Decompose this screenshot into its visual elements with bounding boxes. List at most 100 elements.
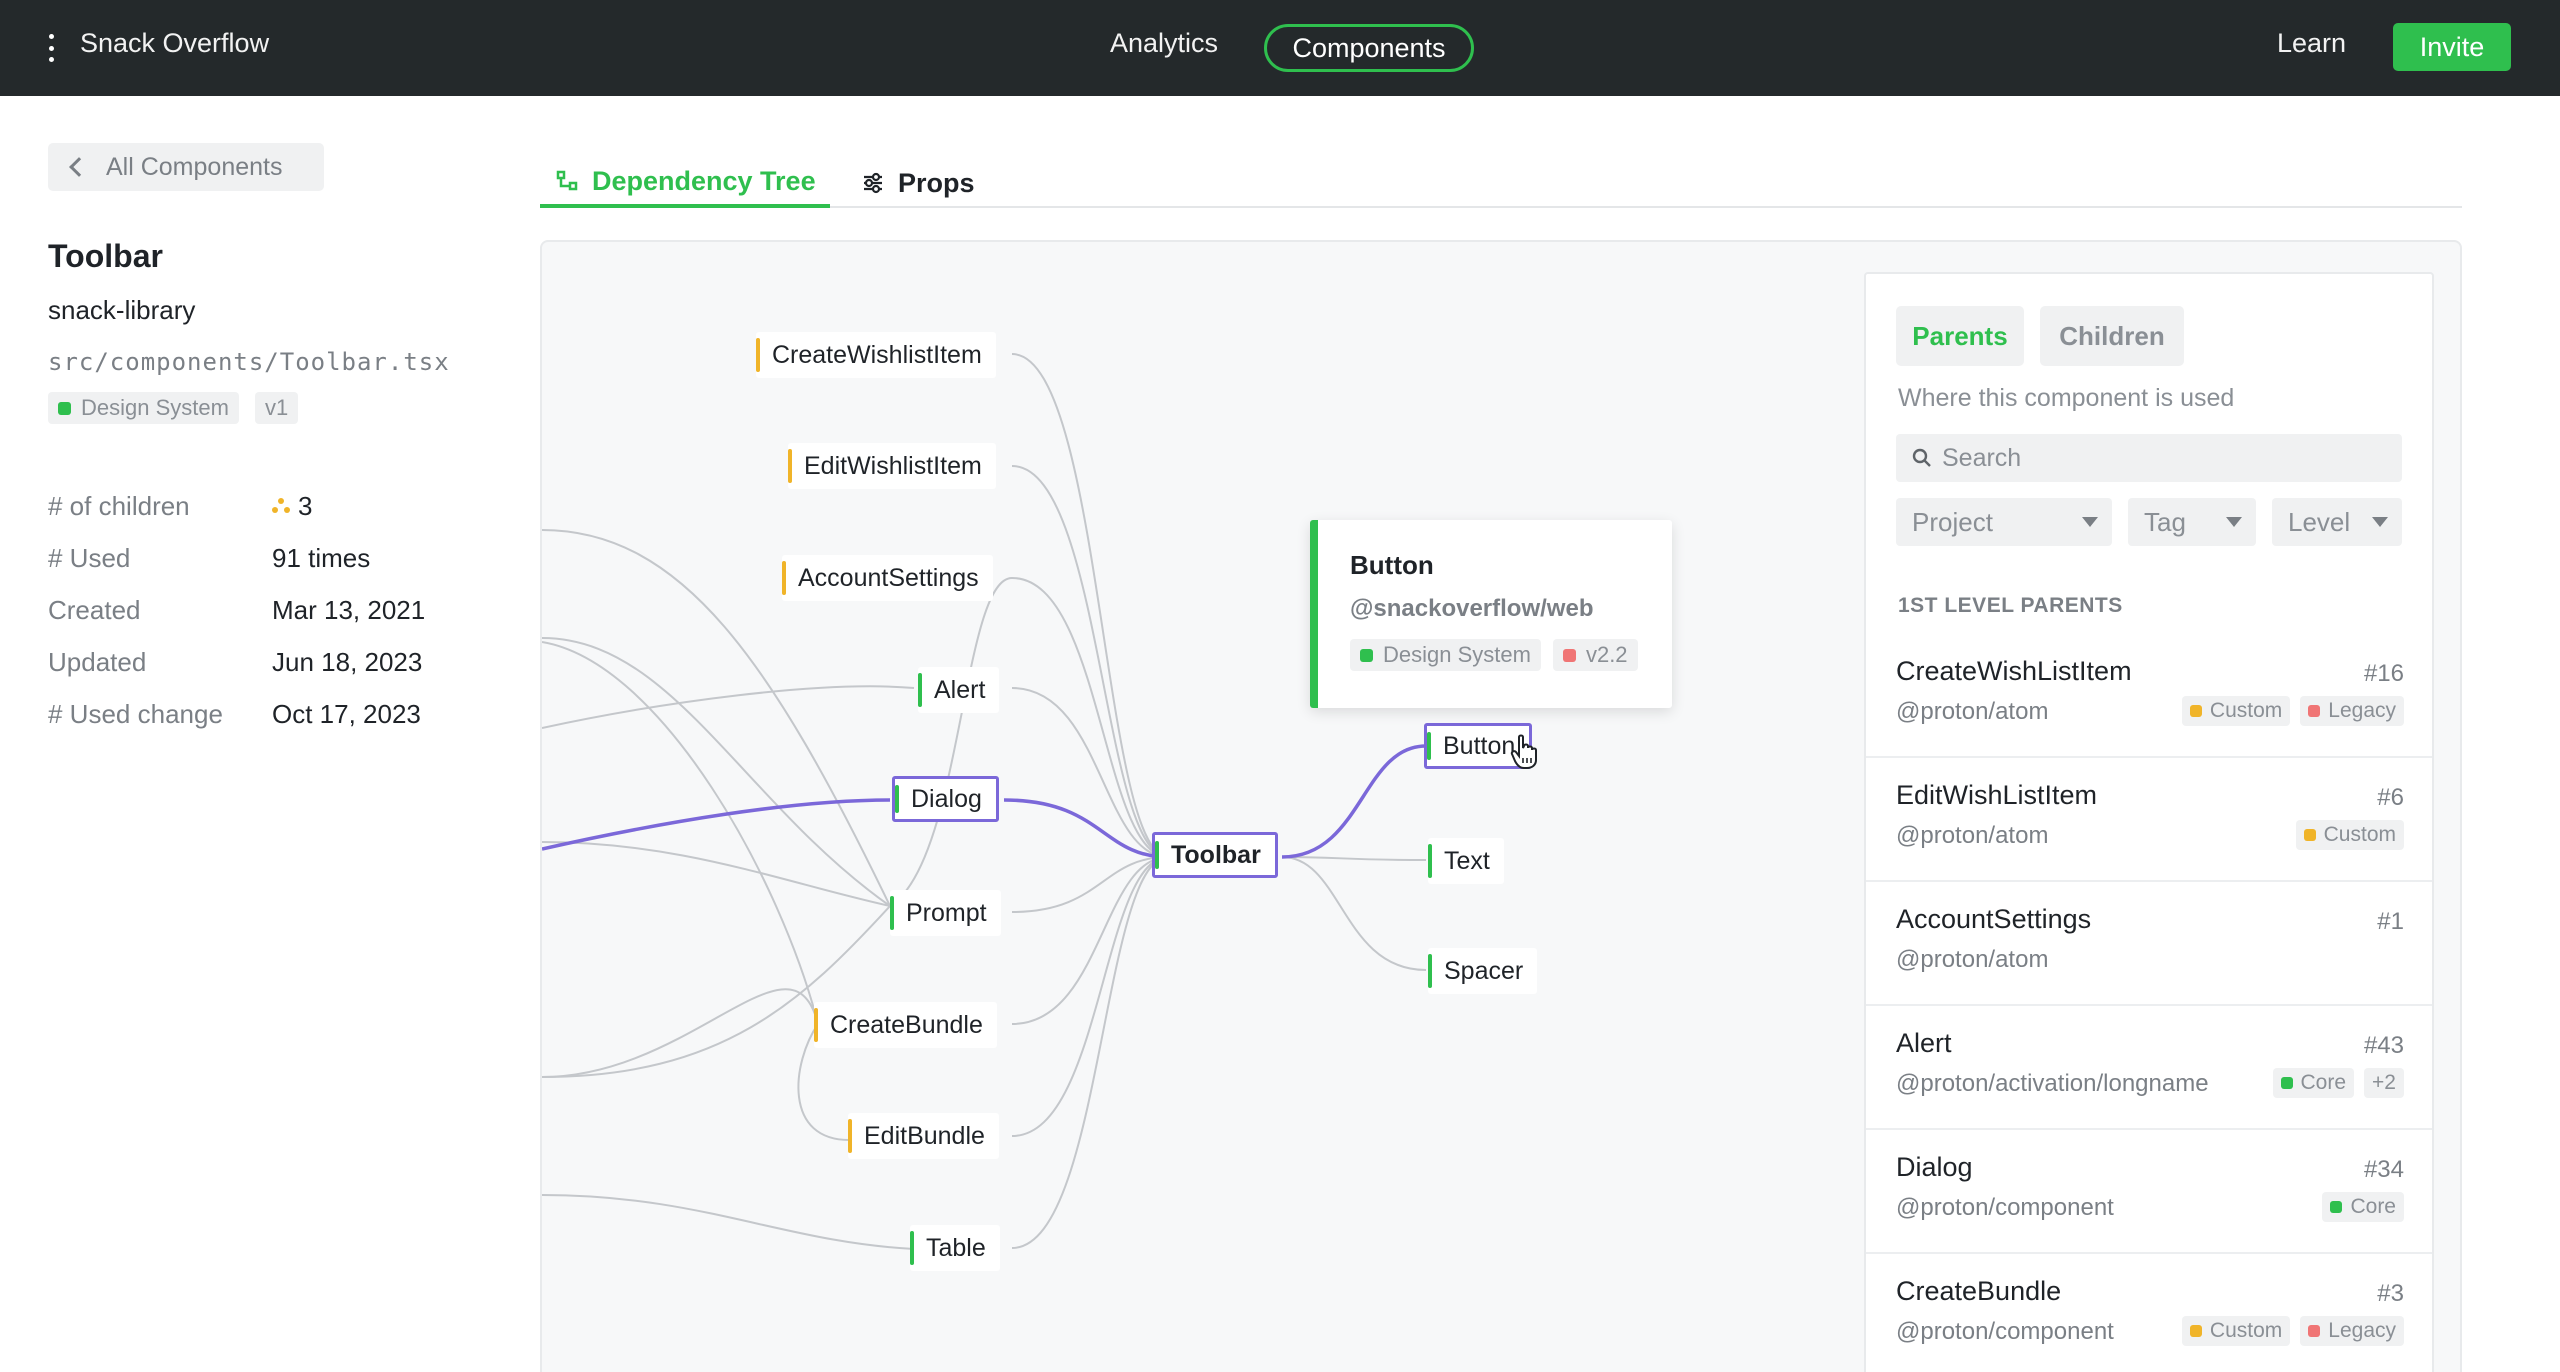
meta-value: Mar 13, 2021 [272,594,426,625]
tag-core: Core [2272,1068,2355,1098]
meta-row-children: # of children 3 [48,480,468,532]
tag-dot [2308,705,2321,717]
list-item[interactable]: AccountSettings #1 @proton/atom [1866,882,2432,1006]
filter-tag[interactable]: Tag [2128,498,2256,546]
meta-label: # of children [48,490,190,521]
meta-value: 91 times [272,542,371,573]
tree-node-createbundle[interactable]: CreateBundle [814,1002,997,1048]
nav-learn[interactable]: Learn [2277,28,2346,59]
item-package: @proton/activation/longname [1896,1070,2209,1097]
list-item[interactable]: Alert #43 @proton/activation/longname Co… [1866,1006,2432,1130]
tag-dot [2189,705,2202,717]
tag-design-system: Design System [48,392,239,424]
filter-label: Level [2288,506,2351,537]
list-item[interactable]: CreateWishListItem #16 @proton/atom Cust… [1866,634,2432,758]
list-item[interactable]: EditWishListItem #6 @proton/atom Custom [1866,758,2432,882]
tag-dot [1562,648,1576,662]
all-components-back-button[interactable]: All Components [48,143,324,191]
tag-label: Custom [2323,823,2396,846]
caret-down-icon [2372,517,2388,527]
item-name: CreateWishListItem [1896,656,2132,686]
dependency-tree-canvas[interactable]: CreateWishlistItem EditWishlistItem Acco… [540,240,2462,1372]
meta-row-created: Created Mar 13, 2021 [48,584,468,636]
item-name: Alert [1896,1028,1952,1058]
tab-props[interactable]: Props [862,158,975,208]
tab-label: Dependency Tree [592,165,816,196]
tag-label: Custom [2209,699,2283,722]
meta-value: Oct 17, 2023 [272,698,421,729]
tooltip-tags: Design System v2.2 [1350,639,1672,671]
app-title[interactable]: Snack Overflow [80,28,269,59]
tag-label: Design System [1383,642,1531,667]
node-tooltip-card: Button @snackoverflow/web Design System … [1310,520,1672,708]
filter-project[interactable]: Project [1896,498,2112,546]
list-item[interactable]: Dialog #34 @proton/component Core [1866,1130,2432,1254]
toggle-children[interactable]: Children [2040,306,2184,366]
meta-label: Created [48,594,141,625]
filter-level[interactable]: Level [2272,498,2402,546]
toggle-parents[interactable]: Parents [1896,306,2024,366]
nav-analytics[interactable]: Analytics [1110,28,1218,59]
tag-dot [2280,1077,2293,1089]
item-package: @proton/component [1896,1318,2114,1345]
item-package: @proton/atom [1896,822,2049,849]
tag-label: Custom [2209,1319,2283,1342]
tree-node-toolbar-root[interactable]: Toolbar [1152,832,1278,878]
tree-node-accountsettings[interactable]: AccountSettings [782,555,993,601]
filter-label: Tag [2144,506,2186,537]
tag-label: v2.2 [1585,642,1628,667]
tab-label: Props [898,167,975,198]
tag-more[interactable]: +2 [2364,1068,2404,1098]
tree-node-table[interactable]: Table [910,1225,1000,1271]
item-count: #34 [2363,1156,2404,1183]
component-meta: # of children 3 # Used 91 times Created … [48,480,468,740]
tag-dot [2189,1325,2202,1337]
nav-components[interactable]: Components [1264,24,1474,72]
tree-node-spacer[interactable]: Spacer [1428,948,1538,994]
item-name: CreateBundle [1896,1276,2062,1306]
item-package: @proton/component [1896,1194,2114,1221]
component-title: Toolbar [48,238,163,274]
tag-dot [2330,1201,2343,1213]
tag-label: Core [2300,1071,2347,1094]
search-icon [1912,448,1931,467]
tag-dot [58,401,71,415]
tag-legacy: Legacy [2300,696,2404,726]
item-tags: Core +2 [2272,1068,2404,1098]
search-box[interactable] [1896,434,2402,482]
tree-node-createwishlistitem[interactable]: CreateWishlistItem [756,332,996,378]
tag-label: Legacy [2328,699,2396,722]
meta-value: 3 [272,491,312,522]
tag-dot [2303,829,2316,841]
meta-row-updated: Updated Jun 18, 2023 [48,636,468,688]
meta-label: Updated [48,646,147,677]
item-tags: Custom [2295,820,2404,850]
item-count: #43 [2363,1032,2404,1059]
sliders-icon [864,172,882,194]
kebab-menu-icon[interactable] [46,34,56,62]
section-title: 1ST LEVEL PARENTS [1898,594,2123,617]
meta-label: # Used change [48,698,223,729]
tree-node-dialog[interactable]: Dialog [892,776,999,822]
filter-label: Project [1912,506,1993,537]
parents-list: CreateWishListItem #16 @proton/atom Cust… [1866,634,2432,1372]
tree-node-editwishlistitem[interactable]: EditWishlistItem [788,443,996,489]
tab-dependency-tree[interactable]: Dependency Tree [540,158,830,208]
children-count: 3 [298,490,313,521]
component-tags: Design System v1 [48,392,299,424]
item-name: Dialog [1896,1152,1973,1182]
item-tags: Custom Legacy [2181,696,2404,726]
item-package: @proton/atom [1896,698,2049,725]
search-input[interactable] [1942,443,2382,473]
invite-button[interactable]: Invite [2393,23,2511,71]
top-bar: Snack Overflow Analytics Components Lear… [0,0,2560,96]
tree-node-alert[interactable]: Alert [918,667,1000,713]
usage-panel: Parents Children Where this component is… [1864,272,2434,1372]
tree-node-prompt[interactable]: Prompt [890,890,1001,936]
tree-node-text[interactable]: Text [1428,838,1504,884]
tree-node-editbundle[interactable]: EditBundle [848,1113,999,1159]
component-library: snack-library [48,295,196,325]
component-path: src/components/Toolbar.tsx [48,348,450,376]
list-item[interactable]: CreateBundle #3 @proton/component Custom… [1866,1254,2432,1372]
item-count: #16 [2363,660,2404,687]
